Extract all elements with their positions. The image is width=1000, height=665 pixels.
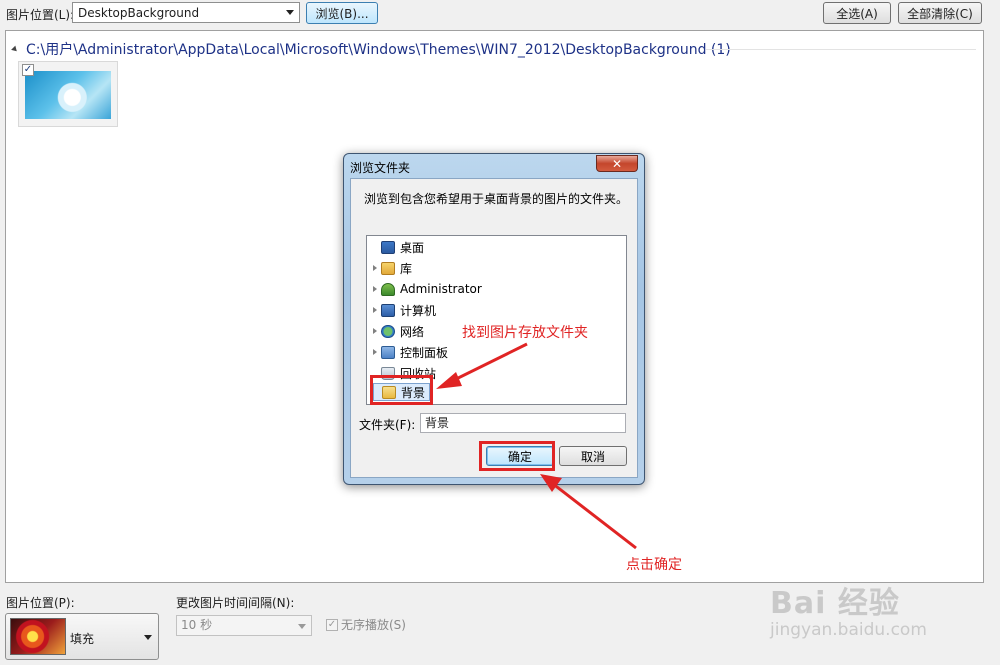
wallpaper-image [25,71,111,119]
interval-label: 更改图片时间间隔(N): [176,596,295,610]
baidu-watermark: Bai 经验 [770,586,900,621]
chevron-down-icon [144,635,152,640]
expand-icon[interactable] [373,265,377,271]
tree-item-administrator[interactable]: Administrator [373,280,482,298]
picture-position-label: 图片位置(P): [6,596,75,610]
control-panel-icon [381,345,395,359]
select-all-button[interactable]: 全选(A) [823,2,891,24]
group-path: C:\用户\Administrator\AppData\Local\Micros… [26,42,731,58]
picture-position-combo[interactable]: 填充 [5,613,159,660]
folder-field-label: 文件夹(F): [359,418,416,432]
computer-icon [381,303,395,317]
chevron-down-icon [298,624,306,629]
expand-icon[interactable] [373,307,377,313]
folder-input[interactable]: 背景 [420,413,626,433]
highlight-ok-box [479,441,555,471]
chevron-down-icon [286,10,294,15]
shuffle-label: 无序播放(S) [341,618,406,632]
group-header[interactable]: C:\用户\Administrator\AppData\Local\Micros… [11,39,731,59]
browse-folder-dialog: 浏览文件夹 ✕ 浏览到包含您希望用于桌面背景的图片的文件夹。 桌面 库 Admi… [343,153,645,485]
shuffle-checkbox[interactable]: ✓ [326,618,338,631]
collapse-icon[interactable] [11,45,19,53]
desktop-icon [381,240,395,254]
dialog-title: 浏览文件夹 [350,161,411,175]
expand-icon[interactable] [373,328,377,334]
tree-item-desktop[interactable]: 桌面 [373,238,424,256]
tree-item-control-panel[interactable]: 控制面板 [373,343,448,361]
thumbnail-checkbox[interactable]: ✓ [22,64,34,76]
tree-item-computer[interactable]: 计算机 [373,301,436,319]
group-divider [706,49,976,50]
library-icon [381,261,395,275]
interval-combo[interactable]: 10 秒 [176,615,312,636]
close-icon: ✕ [611,156,623,171]
picture-position-value: 填充 [70,632,95,646]
tree-item-libraries[interactable]: 库 [373,259,412,277]
user-icon [381,282,395,296]
cancel-button[interactable]: 取消 [559,446,627,466]
watermark-url: jingyan.baidu.com [770,620,927,640]
tree-item-network[interactable]: 网络 [373,322,424,340]
wallpaper-thumbnail[interactable]: ✓ [18,61,118,127]
close-button[interactable]: ✕ [596,155,638,172]
picture-location-combo[interactable]: DesktopBackground [72,2,300,23]
browse-button[interactable]: 浏览(B)... [306,2,378,24]
expand-icon[interactable] [373,286,377,292]
highlight-folder-box [370,375,433,405]
interval-value: 10 秒 [181,618,213,632]
picture-location-label: 图片位置(L): [6,8,75,22]
annotation-click-ok: 点击确定 [626,557,682,573]
picture-location-value: DesktopBackground [78,5,200,20]
network-icon [381,324,395,338]
annotation-find-folder: 找到图片存放文件夹 [462,325,588,341]
shuffle-option[interactable]: ✓ 无序播放(S) [326,616,406,633]
clear-all-button[interactable]: 全部清除(C) [898,2,982,24]
expand-icon[interactable] [373,349,377,355]
dialog-description: 浏览到包含您希望用于桌面背景的图片的文件夹。 [364,192,629,206]
position-preview-image [10,618,66,655]
